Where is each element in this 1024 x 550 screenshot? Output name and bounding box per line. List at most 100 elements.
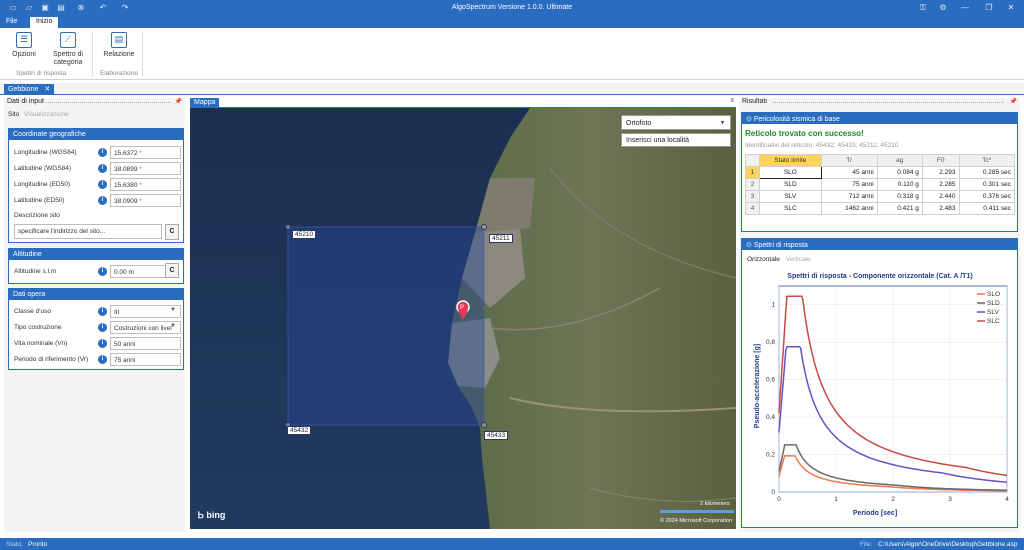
svg-text:P: P xyxy=(460,305,464,311)
tab-bar: Sito Visualizzazione xyxy=(8,111,69,118)
location-search-input[interactable]: Inserisci una località xyxy=(621,133,731,147)
lat-wgs-row: Latitudine (WGS84) i 38.0899 ° xyxy=(14,162,181,175)
classe-uso-select[interactable]: III ▼ xyxy=(110,305,181,318)
section-header: ⊙ Pericolosità sismica di base xyxy=(742,113,1017,124)
opzioni-button[interactable]: ☰ Opzioni xyxy=(10,32,38,59)
group-elaborazione-label: Elaborazione xyxy=(100,70,138,77)
divider xyxy=(46,102,171,103)
vita-row: Vita nominale (Vn) i 50 anni xyxy=(14,337,181,350)
table-row[interactable]: 3 SLV 712 anni 0.318 g 2.440 0.376 sec xyxy=(745,190,1016,203)
tab-visualizzazione[interactable]: Visualizzazione xyxy=(24,111,69,118)
c-button[interactable]: C xyxy=(165,224,179,240)
info-icon[interactable]: i xyxy=(98,323,107,332)
table-row[interactable]: 2 SLD 75 anni 0.110 g 2.285 0.301 sec xyxy=(745,178,1016,191)
grid-point xyxy=(481,224,487,230)
tipo-row: Tipo costruzione i Costruzioni con livel… xyxy=(14,321,181,334)
gear-icon[interactable]: ⚙ xyxy=(938,3,948,13)
y-tick-label: 0,4 xyxy=(766,414,775,421)
lat-ed-row: Latitudine (ED50) i 38.0909 ° xyxy=(14,194,181,207)
legend-label: SLO xyxy=(987,291,1000,298)
legend-label: SLV xyxy=(987,309,999,316)
divider xyxy=(773,102,1004,103)
grid-point xyxy=(481,422,487,428)
table-row[interactable]: 4 SLC 1462 anni 0.421 g 2.483 0.411 sec xyxy=(745,202,1016,215)
results-table: Stato limite Tr ag F0 Tc* 1 SLO 45 anni … xyxy=(745,154,1016,215)
info-icon[interactable]: i xyxy=(98,267,107,276)
lat-ed-input[interactable]: 38.0909 ° xyxy=(110,194,181,207)
ribbon-separator xyxy=(142,32,143,76)
tipo-costruzione-select[interactable]: Costruzioni con livel ▼ xyxy=(110,321,181,334)
lon-wgs-input[interactable]: 15.6372 ° xyxy=(110,146,181,159)
file-path: C:\Users\Algor\OneDrive\Desktop\Gebbione… xyxy=(878,541,1018,548)
key-icon[interactable]: ⚿ xyxy=(918,3,928,13)
info-icon[interactable]: i xyxy=(98,164,107,173)
legend-label: SLD xyxy=(987,300,1000,307)
collapse-icon[interactable]: ⊙ xyxy=(746,116,752,123)
spettro-categoria-button[interactable]: ⟋ Spettro di categoria xyxy=(48,32,88,67)
info-icon[interactable]: i xyxy=(98,196,107,205)
descrizione-sito-input[interactable]: specificare l'indirizzo del sito... xyxy=(14,224,162,239)
options-icon: ☰ xyxy=(16,32,32,48)
copyright: © 2024 Microsoft Corporation xyxy=(660,518,732,524)
status-label: Stato: xyxy=(6,541,23,548)
map-panel-header: Mappa ≡ xyxy=(190,98,736,108)
dati-opera-section: Dati opera Classe d'uso i III ▼ Tipo cost… xyxy=(8,288,184,370)
file-label: File: xyxy=(860,541,873,548)
y-axis-label: Pseudo-accelerazione [g] xyxy=(754,344,761,428)
y-tick-label: 0,6 xyxy=(766,377,775,384)
info-icon[interactable]: i xyxy=(98,339,107,348)
section-title: Altitudine xyxy=(9,249,183,260)
info-icon[interactable]: i xyxy=(98,355,107,364)
close-icon[interactable]: ✕ xyxy=(1006,3,1016,13)
layer-select[interactable]: Ortofoto ▼ xyxy=(621,115,731,130)
menu-bar: File Inizio xyxy=(0,16,1024,28)
periodo-row: Periodo di riferimento (Vr) i 75 anni xyxy=(14,353,181,366)
close-tab-icon[interactable]: ✕ xyxy=(44,86,50,93)
dropdown-icon: ▼ xyxy=(170,307,176,313)
title-bar: ▭ ▱ ▣ ▤ ⊗ ↶ ↷ AlgoSpectrum Versione 1.0.… xyxy=(0,0,1024,16)
pin-icon[interactable]: 📌 xyxy=(175,98,182,105)
grid-point xyxy=(285,224,291,230)
table-row[interactable]: 1 SLO 45 anni 0.084 g 2.293 0.285 sec xyxy=(745,166,1016,179)
status-bar: Stato: Pronto File: C:\Users\Algor\OneDr… xyxy=(0,538,1024,550)
grid-label-45433: 45433 xyxy=(484,431,509,440)
grid-label-45210: 45210 xyxy=(292,230,317,239)
lon-ed-input[interactable]: 15.6380 ° xyxy=(110,178,181,191)
spectrum-chart-icon: ⟋ xyxy=(60,32,76,48)
altitudine-row: Altitudine s.l.m i 0.00 m xyxy=(14,265,179,278)
status-value: Pronto xyxy=(28,541,48,548)
scale-bar xyxy=(660,510,734,513)
section-header: ⊙ Spettri di risposta xyxy=(742,239,1017,250)
pin-icon[interactable]: 📌 xyxy=(1010,98,1017,105)
maximize-icon[interactable]: ❐ xyxy=(984,3,994,13)
info-icon[interactable]: i xyxy=(98,148,107,157)
altitudine-input[interactable]: 0.00 m xyxy=(110,265,166,278)
altitudine-section: Altitudine Altitudine s.l.m i 0.00 m C xyxy=(8,248,184,284)
y-tick-label: 0 xyxy=(771,489,775,496)
vita-nominale-input[interactable]: 50 anni xyxy=(110,337,181,350)
minimize-icon[interactable]: — xyxy=(960,3,970,13)
chart-title: Spettri di risposta - Componente orizzon… xyxy=(787,273,972,280)
tab-sito[interactable]: Sito xyxy=(8,111,19,118)
group-spettri-label: Spettri di risposta xyxy=(16,70,67,77)
document-tab[interactable]: Gebbione ✕ xyxy=(4,84,55,95)
tab-verticale[interactable]: Verticale xyxy=(786,256,811,263)
info-icon[interactable]: i xyxy=(98,307,107,316)
menu-file[interactable]: File xyxy=(6,18,17,25)
relazione-button[interactable]: ▤ Relazione xyxy=(100,32,138,59)
grid-label-45211: 45211 xyxy=(489,234,513,243)
panel-header: Dati di input 📌 xyxy=(7,98,182,105)
desc-label: Descrizione sito xyxy=(14,212,60,219)
section-title: Coordinate geografiche xyxy=(9,129,183,140)
spettri-section: ⊙ Spettri di risposta Orizzontale Vertic… xyxy=(741,238,1018,528)
menu-inizio[interactable]: Inizio xyxy=(30,17,59,28)
collapse-icon[interactable]: ⊙ xyxy=(746,242,752,249)
table-header: Stato limite Tr ag F0 Tc* xyxy=(745,154,1016,167)
satellite-map[interactable]: P 45210 45211 45432 45433 Ortofoto ▼ Ins… xyxy=(190,108,736,529)
tab-orizzontale[interactable]: Orizzontale xyxy=(747,256,780,263)
success-message: Reticolo trovato con successo! xyxy=(745,129,864,138)
lat-wgs-input[interactable]: 38.0899 ° xyxy=(110,162,181,175)
info-icon[interactable]: i xyxy=(98,180,107,189)
menu-icon[interactable]: ≡ xyxy=(730,98,734,104)
c-button[interactable]: C xyxy=(165,263,179,278)
